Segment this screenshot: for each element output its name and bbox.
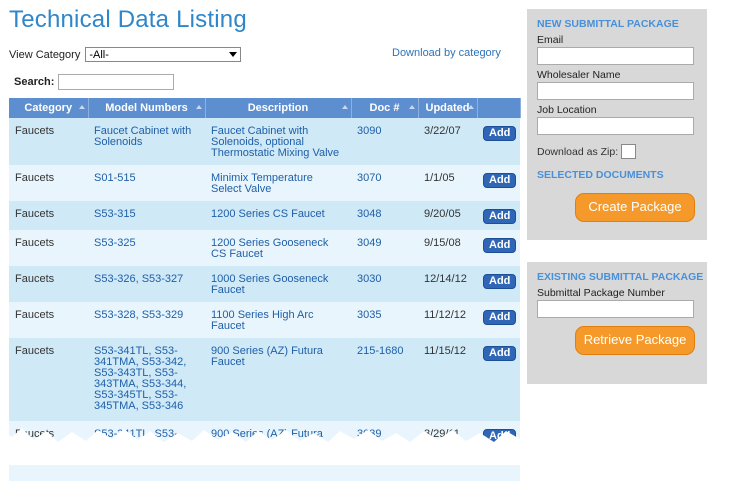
torn-edge-overlay [0,428,736,465]
torn-edge [0,428,736,465]
